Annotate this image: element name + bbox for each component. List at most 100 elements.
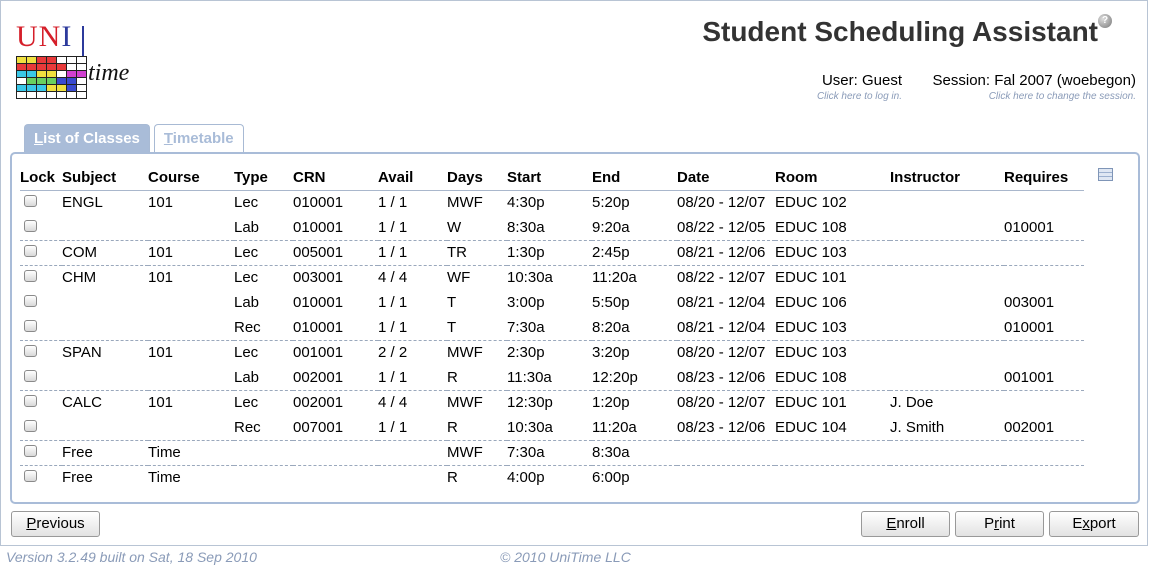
table-cell — [775, 464, 890, 490]
previous-button[interactable]: Previous — [11, 511, 100, 537]
table-cell — [890, 339, 1004, 365]
table-cell: 002001 — [293, 368, 344, 386]
table-cell — [62, 415, 148, 440]
table-cell: 007001 — [293, 418, 344, 436]
table-cell: 001001 — [293, 339, 378, 365]
table-cell: 1 / 1 — [378, 218, 408, 236]
table-cell: 010001 — [293, 318, 344, 336]
table-cell: Lab — [234, 218, 260, 236]
table-cell — [293, 464, 378, 490]
lock-cell — [20, 215, 62, 240]
table-cell: Rec — [234, 318, 261, 336]
table-cell: 08/20 - 12/07 — [677, 389, 775, 415]
table-cell: 8:30a — [592, 439, 677, 465]
table-row: Lab 010001 1 / 1 W 8:30a 9:20a 08/22 - 12/05 ED… — [20, 215, 1084, 240]
table-cell — [1004, 264, 1084, 290]
login-hint[interactable]: Click here to log in. — [817, 91, 902, 102]
version-info: Version 3.2.49 built on Sat, 18 Sep 2010 — [6, 549, 257, 565]
table-cell: J. Smith — [890, 418, 945, 436]
column-header: Type — [234, 166, 293, 191]
table-cell: Free — [62, 439, 148, 465]
print-button[interactable]: Print — [955, 511, 1044, 537]
tab-timetable[interactable]: Timetable — [153, 124, 244, 152]
table-cell: 002001 — [293, 389, 378, 415]
table-cell: 1 / 1 — [378, 239, 447, 265]
enroll-button[interactable]: Enroll — [861, 511, 950, 537]
table-cell: Lec — [234, 339, 293, 365]
column-header: End — [592, 166, 677, 191]
export-button[interactable]: Export — [1049, 511, 1139, 537]
table-cell: 5:20p — [592, 194, 630, 212]
column-settings-icon[interactable] — [1098, 168, 1113, 181]
table-cell: 101 — [148, 339, 234, 365]
column-header: Avail — [378, 166, 447, 191]
change-session-hint[interactable]: Click here to change the session. — [933, 91, 1136, 102]
table-cell: Free — [62, 464, 148, 490]
table-cell: 8:20a — [592, 318, 630, 336]
user-info[interactable]: User: Guest Click here to log in. — [817, 72, 902, 102]
table-cell: 1 / 1 — [378, 368, 408, 386]
lock-checkbox[interactable] — [24, 319, 37, 332]
table-cell: EDUC 106 — [775, 294, 847, 311]
table-row: Free Time MWF 7:30a 8:30a — [20, 439, 1084, 465]
unitime-logo: UNI time — [14, 20, 144, 100]
tab-list-of-classes[interactable]: List of Classes — [24, 124, 150, 152]
column-header: Requires — [1004, 166, 1084, 191]
table-cell: 4 / 4 — [378, 389, 447, 415]
table-row: CALC 101 Lec 002001 4 / 4 MWF 12:30p 1:20p 08/20… — [20, 389, 1084, 415]
table-cell: 12:30p — [507, 389, 592, 415]
table-cell: 2 / 2 — [378, 339, 447, 365]
table-cell: MWF — [447, 439, 507, 465]
lock-checkbox[interactable] — [24, 219, 37, 232]
lock-checkbox[interactable] — [24, 295, 37, 308]
table-cell: 10:30a — [507, 264, 592, 290]
table-cell — [890, 290, 1004, 315]
lock-checkbox[interactable] — [24, 245, 37, 258]
help-icon[interactable]: ? — [1098, 14, 1112, 28]
table-cell: 8:30a — [507, 218, 545, 236]
table-cell — [148, 365, 234, 390]
table-cell — [378, 464, 447, 490]
lock-cell — [20, 389, 62, 415]
table-cell — [378, 439, 447, 465]
column-header: Course — [148, 166, 234, 191]
table-cell: CHM — [62, 264, 148, 290]
lock-cell — [20, 315, 62, 340]
lock-checkbox[interactable] — [24, 445, 37, 458]
lock-checkbox[interactable] — [24, 395, 37, 408]
table-cell: 010001 — [293, 218, 344, 236]
lock-cell — [20, 415, 62, 440]
lock-checkbox[interactable] — [24, 345, 37, 358]
session-info[interactable]: Session: Fal 2007 (woebegon) Click here … — [933, 72, 1136, 102]
table-cell — [148, 315, 234, 340]
table-header-row: Lock Subject Course Type CRN Avail Days Start En… — [20, 166, 1084, 191]
table-cell: 4:30p — [507, 194, 545, 212]
table-cell: 1:30p — [507, 239, 592, 265]
column-header: Subject — [62, 166, 148, 191]
table-row: ENGL 101 Lec 010001 1 / 1 MWF 4:30p 5:20p 08/20 … — [20, 190, 1084, 215]
table-cell — [890, 439, 1004, 465]
table-cell: EDUC 101 — [775, 264, 890, 290]
lock-checkbox[interactable] — [24, 195, 37, 208]
table-cell: 003001 — [293, 264, 378, 290]
table-cell: 08/23 - 12/06 — [677, 418, 766, 436]
table-cell: 010001 — [293, 294, 344, 311]
table-cell: 1 / 1 — [378, 194, 408, 212]
table-cell — [1004, 464, 1084, 490]
column-header: Date — [677, 166, 775, 191]
table-cell: 010001 — [1004, 318, 1055, 336]
table-cell: 2:45p — [592, 239, 677, 265]
table-cell: EDUC 103 — [775, 318, 847, 336]
table-cell — [234, 439, 293, 465]
lock-checkbox[interactable] — [24, 419, 37, 432]
lock-checkbox[interactable] — [24, 369, 37, 382]
table-cell: 08/21 - 12/06 — [677, 239, 775, 265]
lock-cell — [20, 339, 62, 365]
table-cell: 08/20 - 12/07 — [677, 194, 766, 212]
table-cell: Lab — [234, 368, 260, 386]
lock-checkbox[interactable] — [24, 470, 37, 483]
table-cell: 10:30a — [507, 418, 553, 436]
lock-checkbox[interactable] — [24, 270, 37, 283]
table-cell: J. Doe — [890, 389, 1004, 415]
table-cell: Lab — [234, 294, 260, 311]
